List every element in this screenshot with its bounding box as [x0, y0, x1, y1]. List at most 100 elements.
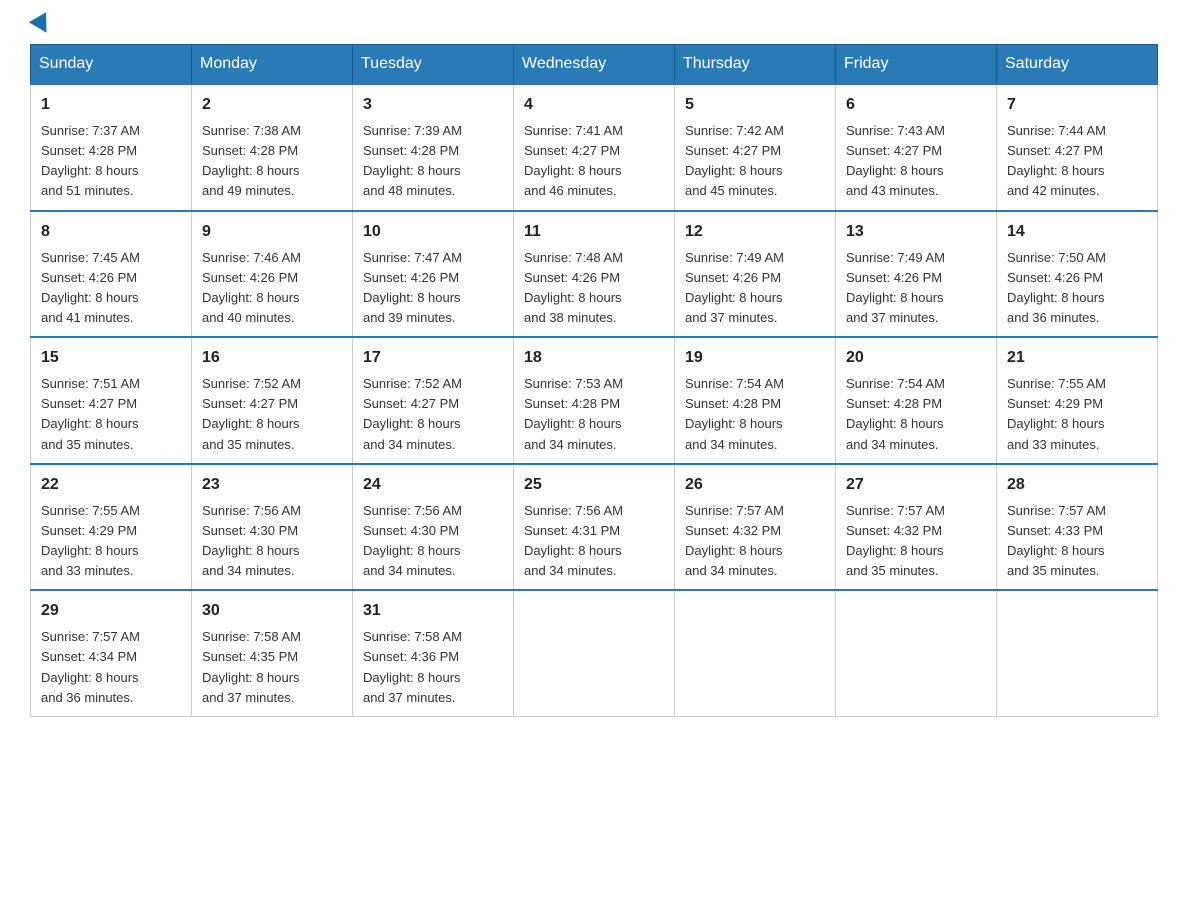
- calendar-cell: 4 Sunrise: 7:41 AMSunset: 4:27 PMDayligh…: [514, 84, 675, 211]
- calendar-cell: 12 Sunrise: 7:49 AMSunset: 4:26 PMDaylig…: [675, 211, 836, 338]
- day-number: 29: [41, 599, 181, 623]
- day-number: 31: [363, 599, 503, 623]
- day-info: Sunrise: 7:56 AMSunset: 4:30 PMDaylight:…: [202, 503, 301, 578]
- week-row-2: 8 Sunrise: 7:45 AMSunset: 4:26 PMDayligh…: [31, 211, 1158, 338]
- day-number: 18: [524, 346, 664, 370]
- day-number: 1: [41, 93, 181, 117]
- day-number: 9: [202, 220, 342, 244]
- day-info: Sunrise: 7:57 AMSunset: 4:32 PMDaylight:…: [685, 503, 784, 578]
- week-row-1: 1 Sunrise: 7:37 AMSunset: 4:28 PMDayligh…: [31, 84, 1158, 211]
- day-info: Sunrise: 7:57 AMSunset: 4:32 PMDaylight:…: [846, 503, 945, 578]
- calendar-cell: 1 Sunrise: 7:37 AMSunset: 4:28 PMDayligh…: [31, 84, 192, 211]
- day-info: Sunrise: 7:54 AMSunset: 4:28 PMDaylight:…: [846, 376, 945, 451]
- column-header-sunday: Sunday: [31, 45, 192, 85]
- day-number: 23: [202, 473, 342, 497]
- calendar-cell: 6 Sunrise: 7:43 AMSunset: 4:27 PMDayligh…: [836, 84, 997, 211]
- calendar-cell: 5 Sunrise: 7:42 AMSunset: 4:27 PMDayligh…: [675, 84, 836, 211]
- day-number: 3: [363, 93, 503, 117]
- calendar-cell: 30 Sunrise: 7:58 AMSunset: 4:35 PMDaylig…: [192, 590, 353, 716]
- day-number: 21: [1007, 346, 1147, 370]
- day-number: 22: [41, 473, 181, 497]
- day-info: Sunrise: 7:58 AMSunset: 4:35 PMDaylight:…: [202, 629, 301, 704]
- day-info: Sunrise: 7:55 AMSunset: 4:29 PMDaylight:…: [41, 503, 140, 578]
- day-info: Sunrise: 7:52 AMSunset: 4:27 PMDaylight:…: [363, 376, 462, 451]
- day-number: 17: [363, 346, 503, 370]
- day-info: Sunrise: 7:54 AMSunset: 4:28 PMDaylight:…: [685, 376, 784, 451]
- calendar-cell: 27 Sunrise: 7:57 AMSunset: 4:32 PMDaylig…: [836, 464, 997, 591]
- day-info: Sunrise: 7:56 AMSunset: 4:31 PMDaylight:…: [524, 503, 623, 578]
- day-number: 28: [1007, 473, 1147, 497]
- calendar-cell: 23 Sunrise: 7:56 AMSunset: 4:30 PMDaylig…: [192, 464, 353, 591]
- day-info: Sunrise: 7:50 AMSunset: 4:26 PMDaylight:…: [1007, 250, 1106, 325]
- day-number: 10: [363, 220, 503, 244]
- day-info: Sunrise: 7:38 AMSunset: 4:28 PMDaylight:…: [202, 123, 301, 198]
- day-info: Sunrise: 7:53 AMSunset: 4:28 PMDaylight:…: [524, 376, 623, 451]
- day-info: Sunrise: 7:44 AMSunset: 4:27 PMDaylight:…: [1007, 123, 1106, 198]
- calendar-cell: 9 Sunrise: 7:46 AMSunset: 4:26 PMDayligh…: [192, 211, 353, 338]
- calendar-cell: 13 Sunrise: 7:49 AMSunset: 4:26 PMDaylig…: [836, 211, 997, 338]
- day-number: 2: [202, 93, 342, 117]
- logo: [30, 20, 52, 34]
- day-info: Sunrise: 7:42 AMSunset: 4:27 PMDaylight:…: [685, 123, 784, 198]
- calendar-cell: 28 Sunrise: 7:57 AMSunset: 4:33 PMDaylig…: [997, 464, 1158, 591]
- calendar-cell: 15 Sunrise: 7:51 AMSunset: 4:27 PMDaylig…: [31, 337, 192, 464]
- calendar-cell: 31 Sunrise: 7:58 AMSunset: 4:36 PMDaylig…: [353, 590, 514, 716]
- calendar-cell: 14 Sunrise: 7:50 AMSunset: 4:26 PMDaylig…: [997, 211, 1158, 338]
- day-number: 4: [524, 93, 664, 117]
- calendar-cell: [836, 590, 997, 716]
- calendar-cell: 18 Sunrise: 7:53 AMSunset: 4:28 PMDaylig…: [514, 337, 675, 464]
- week-row-3: 15 Sunrise: 7:51 AMSunset: 4:27 PMDaylig…: [31, 337, 1158, 464]
- logo-blue-text: [30, 20, 52, 34]
- day-number: 6: [846, 93, 986, 117]
- calendar-header-row: SundayMondayTuesdayWednesdayThursdayFrid…: [31, 45, 1158, 85]
- calendar-cell: 10 Sunrise: 7:47 AMSunset: 4:26 PMDaylig…: [353, 211, 514, 338]
- day-info: Sunrise: 7:43 AMSunset: 4:27 PMDaylight:…: [846, 123, 945, 198]
- calendar-cell: [514, 590, 675, 716]
- day-number: 27: [846, 473, 986, 497]
- calendar-cell: 24 Sunrise: 7:56 AMSunset: 4:30 PMDaylig…: [353, 464, 514, 591]
- day-info: Sunrise: 7:58 AMSunset: 4:36 PMDaylight:…: [363, 629, 462, 704]
- day-number: 16: [202, 346, 342, 370]
- calendar-cell: 3 Sunrise: 7:39 AMSunset: 4:28 PMDayligh…: [353, 84, 514, 211]
- column-header-saturday: Saturday: [997, 45, 1158, 85]
- column-header-monday: Monday: [192, 45, 353, 85]
- column-header-wednesday: Wednesday: [514, 45, 675, 85]
- calendar-cell: [675, 590, 836, 716]
- calendar-cell: 11 Sunrise: 7:48 AMSunset: 4:26 PMDaylig…: [514, 211, 675, 338]
- day-info: Sunrise: 7:46 AMSunset: 4:26 PMDaylight:…: [202, 250, 301, 325]
- day-info: Sunrise: 7:45 AMSunset: 4:26 PMDaylight:…: [41, 250, 140, 325]
- day-number: 30: [202, 599, 342, 623]
- day-info: Sunrise: 7:49 AMSunset: 4:26 PMDaylight:…: [685, 250, 784, 325]
- week-row-5: 29 Sunrise: 7:57 AMSunset: 4:34 PMDaylig…: [31, 590, 1158, 716]
- calendar-cell: 7 Sunrise: 7:44 AMSunset: 4:27 PMDayligh…: [997, 84, 1158, 211]
- calendar-table: SundayMondayTuesdayWednesdayThursdayFrid…: [30, 44, 1158, 717]
- day-number: 15: [41, 346, 181, 370]
- day-number: 26: [685, 473, 825, 497]
- day-info: Sunrise: 7:41 AMSunset: 4:27 PMDaylight:…: [524, 123, 623, 198]
- day-info: Sunrise: 7:57 AMSunset: 4:34 PMDaylight:…: [41, 629, 140, 704]
- day-info: Sunrise: 7:37 AMSunset: 4:28 PMDaylight:…: [41, 123, 140, 198]
- column-header-friday: Friday: [836, 45, 997, 85]
- day-number: 13: [846, 220, 986, 244]
- day-number: 20: [846, 346, 986, 370]
- day-info: Sunrise: 7:57 AMSunset: 4:33 PMDaylight:…: [1007, 503, 1106, 578]
- day-number: 24: [363, 473, 503, 497]
- calendar-cell: 21 Sunrise: 7:55 AMSunset: 4:29 PMDaylig…: [997, 337, 1158, 464]
- day-info: Sunrise: 7:47 AMSunset: 4:26 PMDaylight:…: [363, 250, 462, 325]
- day-number: 11: [524, 220, 664, 244]
- day-info: Sunrise: 7:49 AMSunset: 4:26 PMDaylight:…: [846, 250, 945, 325]
- page-header: [30, 20, 1158, 34]
- calendar-cell: 29 Sunrise: 7:57 AMSunset: 4:34 PMDaylig…: [31, 590, 192, 716]
- day-info: Sunrise: 7:39 AMSunset: 4:28 PMDaylight:…: [363, 123, 462, 198]
- day-number: 14: [1007, 220, 1147, 244]
- calendar-cell: 16 Sunrise: 7:52 AMSunset: 4:27 PMDaylig…: [192, 337, 353, 464]
- day-number: 8: [41, 220, 181, 244]
- calendar-cell: 22 Sunrise: 7:55 AMSunset: 4:29 PMDaylig…: [31, 464, 192, 591]
- calendar-cell: 19 Sunrise: 7:54 AMSunset: 4:28 PMDaylig…: [675, 337, 836, 464]
- day-info: Sunrise: 7:55 AMSunset: 4:29 PMDaylight:…: [1007, 376, 1106, 451]
- calendar-cell: 25 Sunrise: 7:56 AMSunset: 4:31 PMDaylig…: [514, 464, 675, 591]
- day-number: 5: [685, 93, 825, 117]
- day-number: 25: [524, 473, 664, 497]
- logo-triangle-icon: [29, 12, 55, 38]
- calendar-cell: 17 Sunrise: 7:52 AMSunset: 4:27 PMDaylig…: [353, 337, 514, 464]
